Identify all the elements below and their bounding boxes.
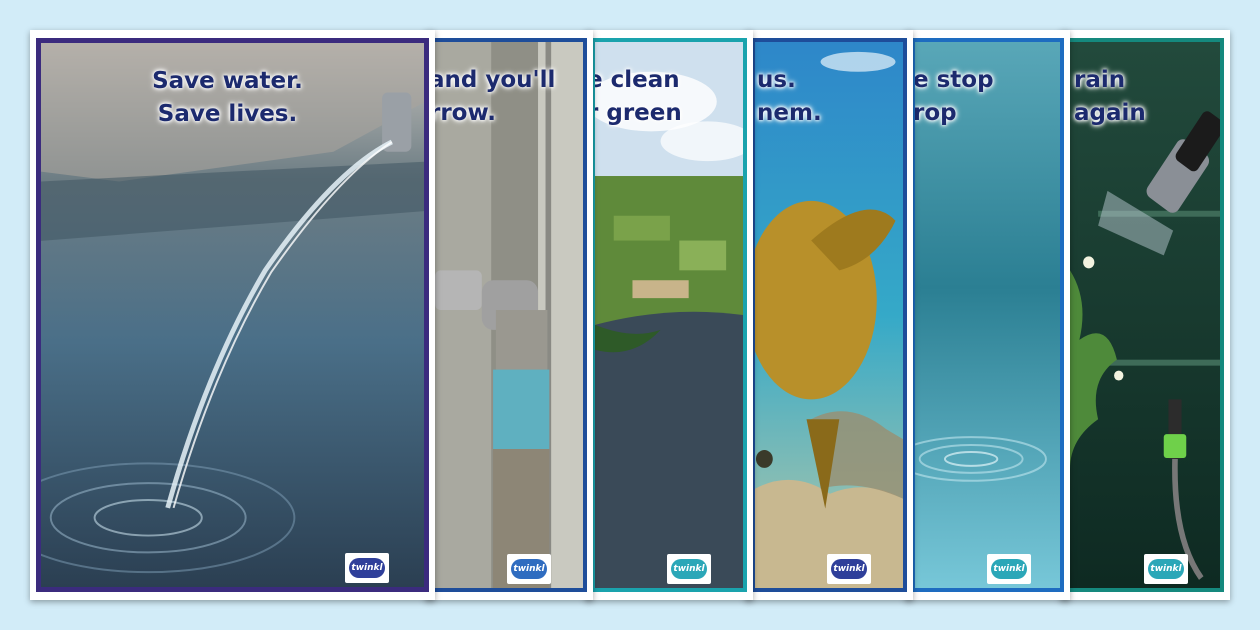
poster-1-headline-line-2: Save lives. — [157, 101, 298, 127]
poster-5-frame: e stop rop twinkl — [911, 38, 1064, 592]
poster-1-frame: Save water. Save lives. twinkl — [36, 38, 429, 592]
twinkl-logo-text: twinkl — [349, 558, 385, 578]
poster-3-headline: e clean r green — [591, 64, 743, 130]
poster-4-frame: us. nem. twinkl — [751, 38, 907, 592]
poster-3[interactable]: e clean r green twinkl — [585, 30, 753, 600]
poster-3-headline-line-2: r green — [591, 100, 682, 126]
poster-2-headline-line-1: and you'll — [431, 67, 556, 93]
poster-6[interactable]: rain again twinkl — [1060, 30, 1230, 600]
poster-3-headline-line-1: e clean — [591, 67, 680, 93]
twinkl-logo-text: twinkl — [511, 559, 547, 579]
twinkl-logo: twinkl — [827, 554, 871, 584]
poster-5-headline-line-2: rop — [913, 100, 957, 126]
poster-2-headline: and you'll rrow. — [431, 64, 583, 130]
poster-3-frame: e clean r green twinkl — [591, 38, 747, 592]
poster-6-headline-line-1: rain — [1074, 67, 1126, 93]
twinkl-logo: twinkl — [345, 553, 389, 583]
poster-5-headline: e stop rop — [913, 64, 1060, 130]
twinkl-logo: twinkl — [987, 554, 1031, 584]
poster-1-headline-line-1: Save water. — [152, 68, 303, 94]
twinkl-logo-text: twinkl — [831, 559, 867, 579]
poster-5-headline-line-1: e stop — [913, 67, 994, 93]
poster-4-headline: us. nem. — [757, 64, 903, 130]
twinkl-logo-text: twinkl — [671, 559, 707, 579]
twinkl-logo: twinkl — [507, 554, 551, 584]
poster-2-frame: and you'll rrow. twinkl — [431, 38, 587, 592]
poster-2-headline-line-2: rrow. — [431, 100, 497, 126]
poster-5[interactable]: e stop rop twinkl — [905, 30, 1070, 600]
twinkl-logo: twinkl — [667, 554, 711, 584]
twinkl-logo: twinkl — [1144, 554, 1188, 584]
poster-6-headline-line-2: again — [1074, 100, 1146, 126]
twinkl-logo-text: twinkl — [991, 559, 1027, 579]
poster-2[interactable]: and you'll rrow. twinkl — [425, 30, 593, 600]
poster-4-headline-line-2: nem. — [757, 100, 822, 126]
poster-4[interactable]: us. nem. twinkl — [745, 30, 913, 600]
poster-6-frame: rain again twinkl — [1066, 38, 1224, 592]
poster-1[interactable]: Save water. Save lives. twinkl — [30, 30, 435, 600]
poster-4-headline-line-1: us. — [757, 67, 796, 93]
poster-1-headline: Save water. Save lives. — [41, 65, 424, 131]
poster-6-headline: rain again — [1074, 64, 1220, 130]
twinkl-logo-text: twinkl — [1148, 559, 1184, 579]
